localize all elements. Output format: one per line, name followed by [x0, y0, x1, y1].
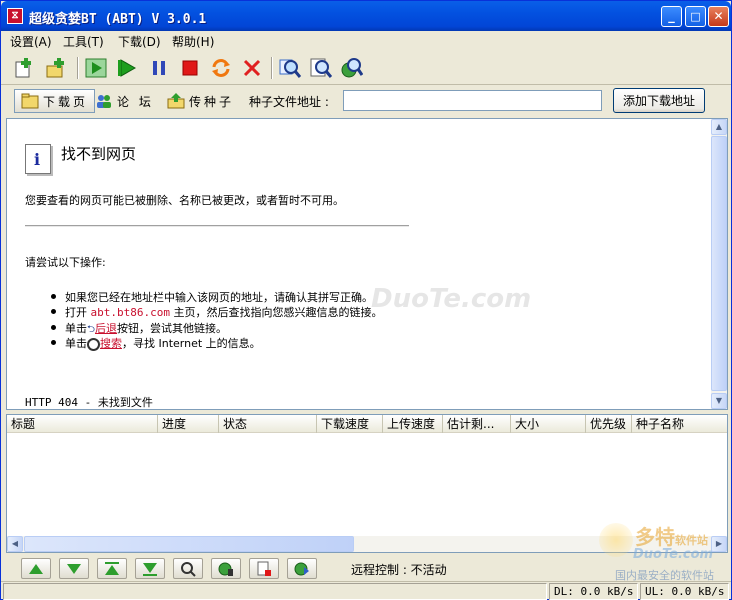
- col-download-speed[interactable]: 下载速度: [317, 415, 383, 433]
- list-item: 打开 abt.bt86.com 主页，然后查找指向您感兴趣信息的链接。: [51, 304, 382, 319]
- title-bar[interactable]: ⧖ 超级贪婪BT (ABT) V 3.0.1 _ □ ✕: [1, 1, 731, 31]
- seed-url-label: 种子文件地址 :: [249, 95, 329, 109]
- horizontal-scrollbar[interactable]: ◀ ▶: [7, 536, 727, 552]
- maximize-button[interactable]: □: [685, 6, 706, 27]
- refresh-icon[interactable]: [208, 55, 234, 81]
- upload-rate: UL: 0.0 kB/s: [640, 583, 729, 600]
- back-link[interactable]: 后退: [95, 322, 117, 335]
- folder-icon: [21, 93, 39, 109]
- upload-seed-tab[interactable]: 传种子: [161, 89, 240, 113]
- col-progress[interactable]: 进度: [158, 415, 219, 433]
- scroll-thumb[interactable]: [711, 136, 727, 391]
- col-status[interactable]: 状态: [219, 415, 317, 433]
- delete-icon[interactable]: [239, 55, 265, 81]
- move-top-icon[interactable]: [97, 558, 127, 579]
- col-torrent-name[interactable]: 种子名称: [632, 415, 727, 433]
- status-message: [3, 583, 547, 600]
- toolbar-separator: [77, 57, 79, 79]
- toolbar-separator: [271, 57, 273, 79]
- stop-icon[interactable]: [177, 55, 203, 81]
- suggestion-list: 如果您已经在地址栏中输入该网页的地址，请确认其拼写正确。 打开 abt.bt86…: [51, 289, 382, 351]
- open-torrent-icon[interactable]: [43, 55, 69, 81]
- search-page-icon[interactable]: [308, 55, 334, 81]
- page-title: 找不到网页: [61, 145, 137, 163]
- window-title: 超级贪婪BT (ABT) V 3.0.1: [29, 12, 207, 27]
- forum-tab[interactable]: 论 坛: [89, 89, 160, 113]
- table-header: 标题 进度 状态 下载速度 上传速度 估计剩... 大小 优先级 种子名称: [7, 415, 727, 433]
- menu-bar: 设置(A) 工具(T) 下载(D) 帮助(H): [1, 31, 731, 50]
- app-window: ⧖ 超级贪婪BT (ABT) V 3.0.1 _ □ ✕ 设置(A) 工具(T)…: [0, 0, 732, 600]
- try-label: 请尝试以下操作:: [25, 256, 106, 269]
- start-icon[interactable]: [114, 55, 140, 81]
- scroll-left-icon[interactable]: ◀: [7, 536, 23, 552]
- tracker-info-icon[interactable]: [211, 558, 241, 579]
- search-glass-icon: [87, 337, 100, 351]
- col-upload-speed[interactable]: 上传速度: [383, 415, 443, 433]
- menu-help[interactable]: 帮助(H): [172, 33, 214, 50]
- http-status: HTTP 404 - 未找到文件: [25, 396, 153, 409]
- search-link[interactable]: 搜索: [100, 337, 122, 350]
- col-priority[interactable]: 优先级: [586, 415, 632, 433]
- seed-url-input[interactable]: [343, 90, 602, 111]
- list-item: 单击 搜索，寻找 Internet 上的信息。: [51, 335, 382, 351]
- download-page-tab[interactable]: 下载页: [14, 89, 96, 113]
- upload-folder-icon: [167, 93, 185, 109]
- peer-info-icon[interactable]: [173, 558, 203, 579]
- remote-control-status: 远程控制 : 不活动: [351, 563, 447, 577]
- pause-icon[interactable]: [146, 55, 172, 81]
- h-scroll-thumb[interactable]: [24, 536, 354, 552]
- new-torrent-icon[interactable]: [11, 55, 37, 81]
- minimize-button[interactable]: _: [661, 6, 682, 27]
- start-all-icon[interactable]: [83, 55, 109, 81]
- homepage-link[interactable]: abt.bt86.com: [91, 306, 170, 319]
- menu-download[interactable]: 下载(D): [118, 33, 161, 50]
- add-download-url-button[interactable]: 添加下载地址: [613, 88, 705, 113]
- file-info-icon[interactable]: [249, 558, 279, 579]
- bottom-toolbar: 远程控制 : 不活动: [1, 557, 731, 581]
- torrent-table: 标题 进度 状态 下载速度 上传速度 估计剩... 大小 优先级 种子名称 ◀ …: [6, 414, 728, 553]
- menu-tools[interactable]: 工具(T): [63, 33, 104, 50]
- global-info-icon[interactable]: [287, 558, 317, 579]
- browser-pane: i 找不到网页 您要查看的网页可能已被删除、名称已被更改，或者暂时不可用。 请尝…: [6, 118, 728, 410]
- users-icon: [95, 93, 113, 109]
- list-item: 如果您已经在地址栏中输入该网页的地址，请确认其拼写正确。: [51, 289, 382, 304]
- status-bar: DL: 0.0 kB/s UL: 0.0 kB/s: [1, 581, 731, 600]
- watermark-center: DuoTe.com: [371, 284, 532, 314]
- col-eta[interactable]: 估计剩...: [443, 415, 511, 433]
- page-description: 您要查看的网页可能已被删除、名称已被更改，或者暂时不可用。: [25, 194, 344, 207]
- scroll-up-icon[interactable]: ▲: [711, 119, 727, 135]
- move-up-icon[interactable]: [21, 558, 51, 579]
- divider: [25, 225, 409, 227]
- col-size[interactable]: 大小: [511, 415, 586, 433]
- main-toolbar: [1, 51, 731, 85]
- app-logo-icon: ⧖: [7, 8, 23, 24]
- info-icon: i: [25, 144, 51, 174]
- move-bottom-icon[interactable]: [135, 558, 165, 579]
- download-rate: DL: 0.0 kB/s: [549, 583, 638, 600]
- search-icon[interactable]: [277, 55, 303, 81]
- search-web-icon[interactable]: [339, 55, 365, 81]
- list-item: 单击⮌后退按钮，尝试其他链接。: [51, 320, 382, 335]
- back-arrow-icon: ⮌: [87, 324, 96, 335]
- scroll-right-icon[interactable]: ▶: [711, 536, 727, 552]
- scroll-down-icon[interactable]: ▼: [711, 393, 727, 409]
- vertical-scrollbar[interactable]: ▲ ▼: [711, 119, 727, 409]
- menu-settings[interactable]: 设置(A): [10, 33, 52, 50]
- col-title[interactable]: 标题: [7, 415, 158, 433]
- close-button[interactable]: ✕: [708, 6, 729, 27]
- move-down-icon[interactable]: [59, 558, 89, 579]
